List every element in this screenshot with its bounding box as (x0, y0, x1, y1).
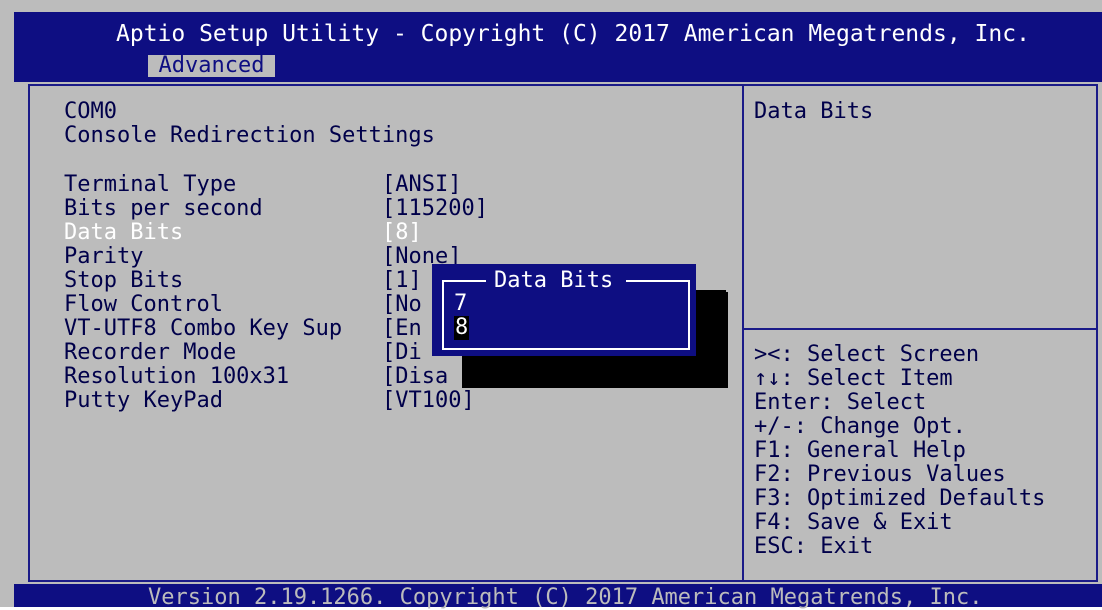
setting-label-parity[interactable]: Parity (64, 245, 143, 269)
section-heading: Console Redirection Settings (64, 123, 435, 148)
setting-label-bits-per-second[interactable]: Bits per second (64, 197, 263, 221)
help-key-f2: F2: Previous Values (754, 462, 1006, 487)
help-divider (744, 328, 1098, 330)
help-key-select-screen: ><: Select Screen (754, 342, 980, 367)
popup-option-7[interactable]: 7 (454, 292, 467, 316)
help-key-select-item: ↑↓: Select Item (754, 366, 953, 391)
help-key-enter: Enter: Select (754, 390, 927, 415)
section-heading-com0: COM0 (64, 99, 117, 124)
help-title: Data Bits (754, 99, 874, 124)
help-key-esc: ESC: Exit (754, 534, 874, 559)
setting-value-vt-utf8-combo-key[interactable]: [En (382, 317, 422, 341)
popup-title-line-left (442, 280, 486, 282)
popup-title: Data Bits (494, 268, 614, 293)
setting-label-putty-keypad[interactable]: Putty KeyPad (64, 389, 223, 413)
setting-label-resolution[interactable]: Resolution 100x31 (64, 365, 289, 389)
setting-value-flow-control[interactable]: [No (382, 293, 422, 317)
setting-label-terminal-type[interactable]: Terminal Type (64, 173, 236, 197)
setting-label-stop-bits[interactable]: Stop Bits (64, 269, 183, 293)
tab-advanced[interactable]: Advanced (148, 55, 275, 77)
app-title: Aptio Setup Utility - Copyright (C) 2017… (116, 21, 1030, 47)
setting-label-vt-utf8-combo-key[interactable]: VT-UTF8 Combo Key Sup (64, 317, 342, 341)
panel-divider (742, 84, 744, 582)
setting-value-bits-per-second[interactable]: [115200] (382, 197, 488, 221)
help-key-change-opt: +/-: Change Opt. (754, 414, 966, 439)
help-key-f3: F3: Optimized Defaults (754, 486, 1046, 511)
setting-value-terminal-type[interactable]: [ANSI] (382, 173, 461, 197)
bios-screen: Aptio Setup Utility - Copyright (C) 2017… (0, 0, 1102, 610)
tab-notch (138, 55, 148, 77)
popup-shadow-edge (696, 290, 726, 388)
help-key-f4: F4: Save & Exit (754, 510, 953, 535)
setting-label-data-bits[interactable]: Data Bits (64, 221, 183, 245)
setting-value-recorder-mode[interactable]: [Di (382, 341, 422, 365)
setting-value-data-bits[interactable]: [8] (382, 221, 422, 245)
popup-option-8[interactable]: 8 (454, 316, 470, 340)
setting-label-flow-control[interactable]: Flow Control (64, 293, 223, 317)
popup-title-line-right (626, 280, 690, 282)
help-key-f1: F1: General Help (754, 438, 966, 463)
setting-value-resolution[interactable]: [Disa (382, 365, 448, 389)
setting-value-stop-bits[interactable]: [1] (382, 269, 422, 293)
setting-label-recorder-mode[interactable]: Recorder Mode (64, 341, 236, 365)
version-text: Version 2.19.1266. Copyright (C) 2017 Am… (148, 585, 983, 610)
setting-value-putty-keypad[interactable]: [VT100] (382, 389, 475, 413)
